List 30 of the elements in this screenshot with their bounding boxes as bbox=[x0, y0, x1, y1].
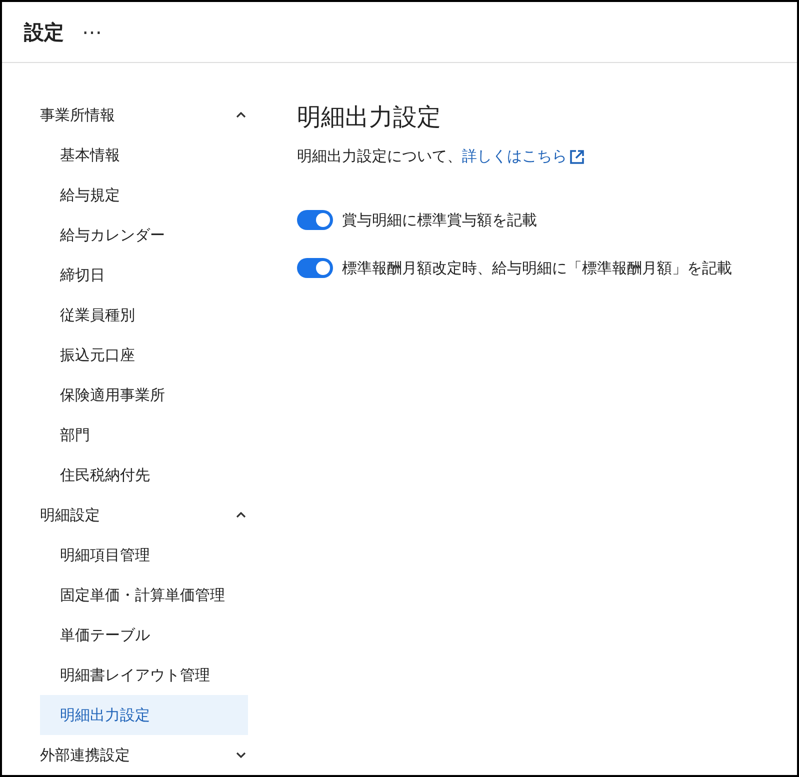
toggle-label: 標準報酬月額改定時、給与明細に「標準報酬月額」を記載 bbox=[342, 258, 732, 278]
sidebar-item[interactable]: 単価テーブル bbox=[40, 615, 248, 655]
chevron-down-icon bbox=[236, 752, 246, 758]
sidebar-group[interactable]: 明細設定 bbox=[40, 495, 248, 535]
sidebar-group[interactable]: 事業所情報 bbox=[40, 95, 248, 135]
sidebar-item[interactable]: 明細書レイアウト管理 bbox=[40, 655, 248, 695]
sidebar-item[interactable]: 明細出力設定 bbox=[40, 695, 248, 735]
sidebar-item[interactable]: 住民税納付先 bbox=[40, 455, 248, 495]
toggle-switch[interactable] bbox=[297, 258, 333, 278]
sidebar-item[interactable]: 部門 bbox=[40, 415, 248, 455]
chevron-up-icon bbox=[236, 112, 246, 118]
sidebar-item[interactable]: 固定単価・計算単価管理 bbox=[40, 575, 248, 615]
page-title: 設定 bbox=[24, 18, 64, 46]
external-link-icon bbox=[569, 148, 585, 164]
sidebar-item[interactable]: 明細項目管理 bbox=[40, 535, 248, 575]
more-button[interactable]: ⋯ bbox=[78, 20, 106, 44]
details-link[interactable]: 詳しくはこちら bbox=[462, 147, 585, 166]
sidebar-item[interactable]: 給与カレンダー bbox=[40, 215, 248, 255]
sidebar-item[interactable]: 給与規定 bbox=[40, 175, 248, 215]
sidebar-item[interactable]: 基本情報 bbox=[40, 135, 248, 175]
chevron-up-icon bbox=[236, 512, 246, 518]
sidebar-group[interactable]: 外部連携設定 bbox=[40, 735, 248, 775]
sidebar-item[interactable]: 従業員種別 bbox=[40, 295, 248, 335]
toggle-switch[interactable] bbox=[297, 210, 333, 230]
toggle-label: 賞与明細に標準賞与額を記載 bbox=[342, 210, 537, 230]
sidebar-item[interactable]: 振込元口座 bbox=[40, 335, 248, 375]
section-title: 明細出力設定 bbox=[297, 102, 442, 133]
sidebar-item[interactable]: 締切日 bbox=[40, 255, 248, 295]
sidebar-item[interactable]: 保険適用事業所 bbox=[40, 375, 248, 415]
description-text: 明細出力設定について、 bbox=[297, 147, 462, 166]
